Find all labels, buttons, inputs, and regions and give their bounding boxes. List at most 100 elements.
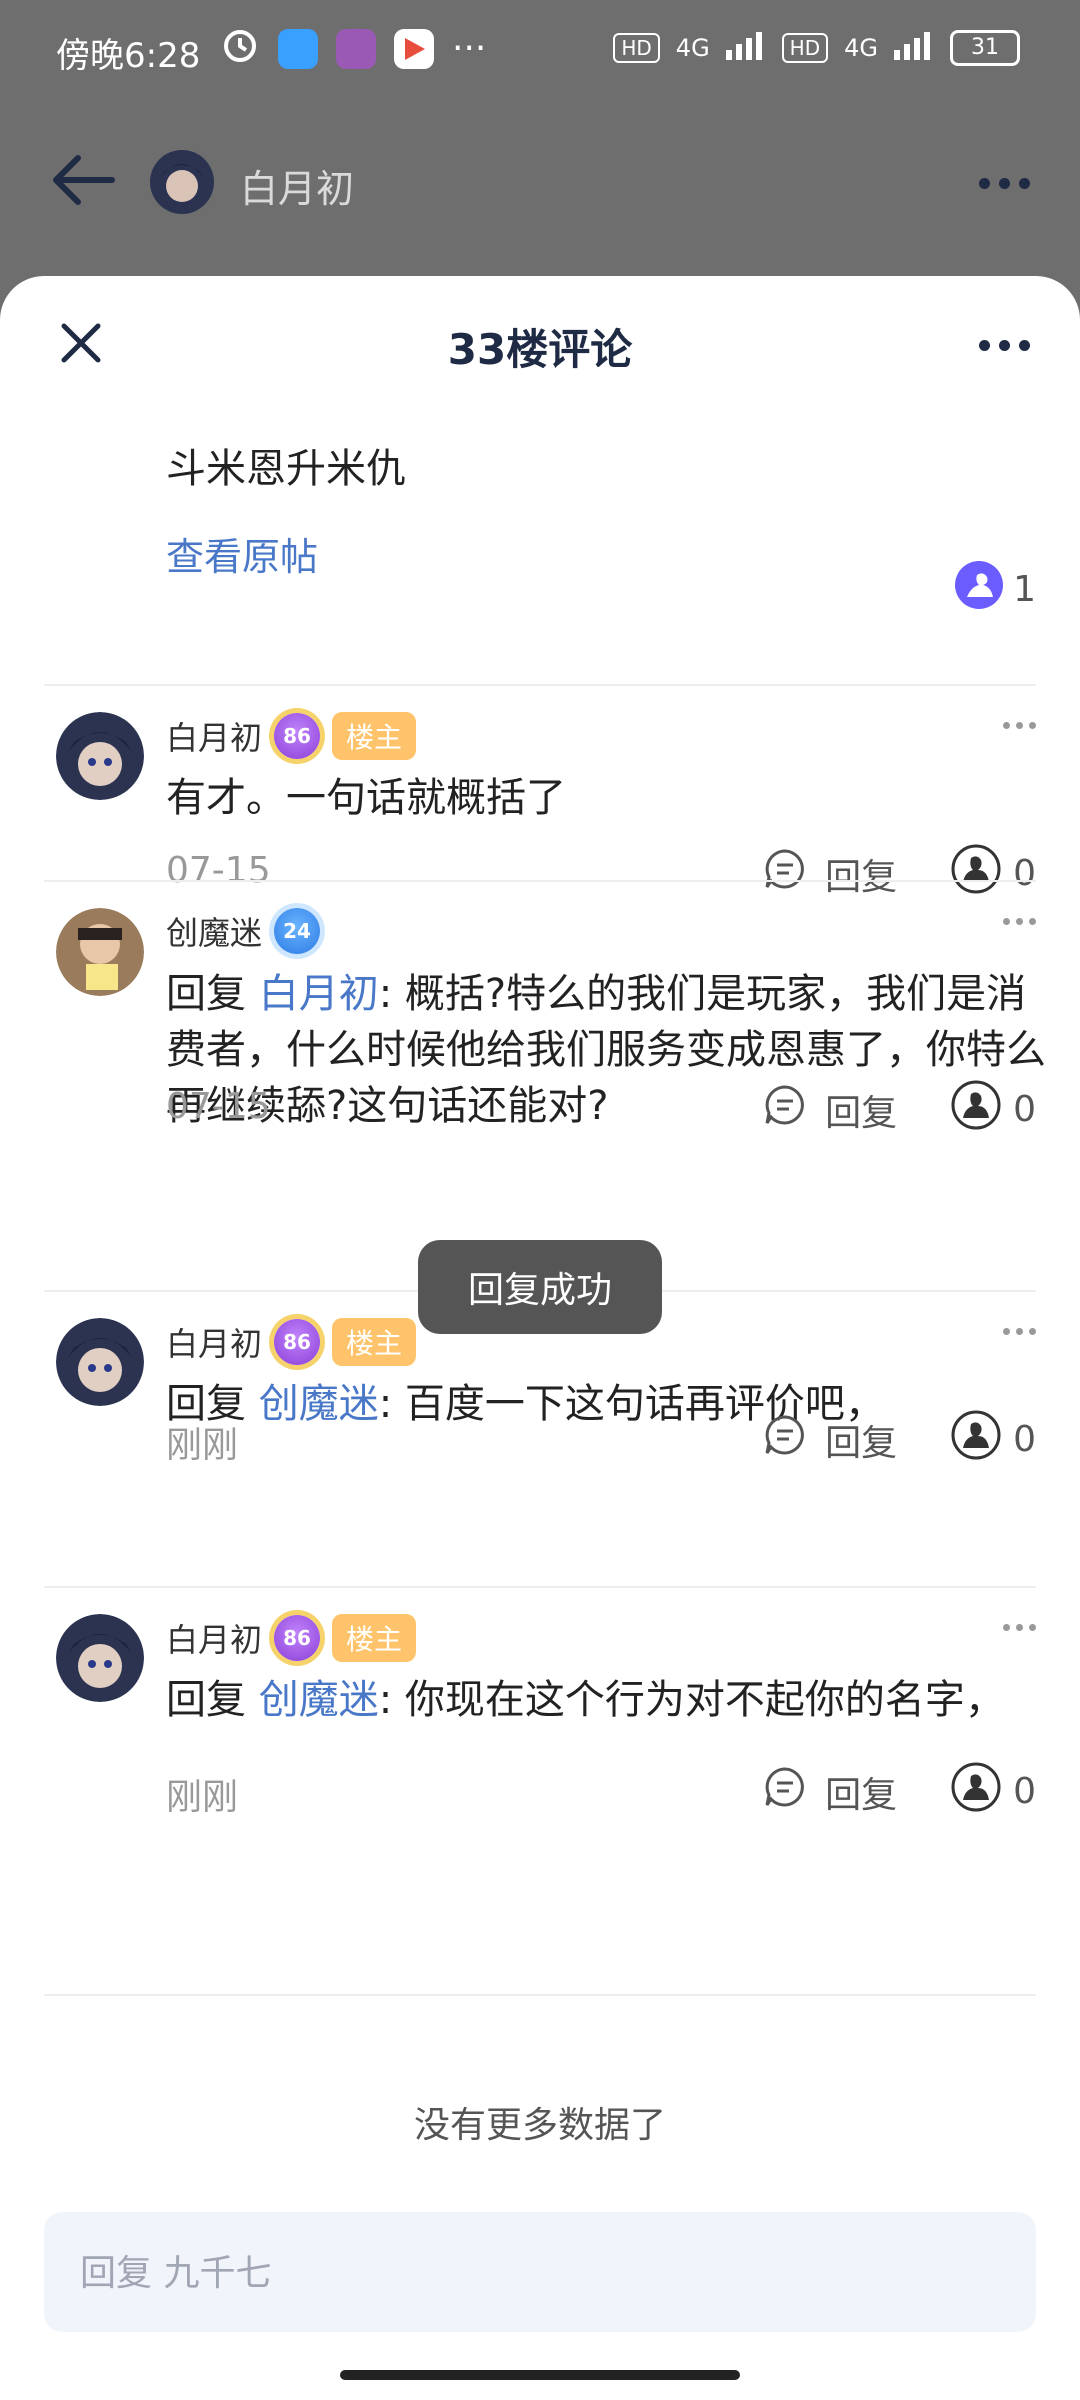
status-bar: 傍晚6:28 ··· HD 4G HD 4G 31 xyxy=(0,0,1080,98)
comment-item: 白月初 86 楼主 回复 创魔迷: 你现在这个行为对不起你的名字， 刚刚 回复 … xyxy=(0,1614,1080,1854)
mention-link[interactable]: 创魔迷 xyxy=(259,1381,379,1427)
home-indicator[interactable] xyxy=(340,2370,740,2380)
reply-prefix: 回复 xyxy=(166,1677,246,1723)
back-arrow-icon[interactable] xyxy=(48,150,118,210)
like-button[interactable]: 0 xyxy=(951,1080,1036,1139)
status-right-icons: HD 4G HD 4G 31 xyxy=(613,30,1020,66)
divider xyxy=(44,880,1036,882)
like-count: 0 xyxy=(1013,1419,1036,1460)
comment-header: 白月初 86 楼主 xyxy=(166,1614,417,1662)
comment-body: : 你现在这个行为对不起你的名字， xyxy=(378,1677,1005,1723)
avatar[interactable] xyxy=(56,712,144,800)
post-top-bar: 白月初 xyxy=(0,98,1080,278)
like-icon xyxy=(951,1762,1001,1821)
reply-prefix: 回复 xyxy=(166,971,246,1017)
status-notification-icons: ··· xyxy=(220,24,486,73)
sheet-more-icon[interactable] xyxy=(979,340,1030,351)
comment-time: 07-15 xyxy=(166,850,271,891)
signal-4g-label-2: 4G xyxy=(844,34,878,62)
reply-input-bar[interactable] xyxy=(44,2212,1036,2334)
comment-header: 白月初 86 楼主 xyxy=(166,1318,417,1366)
hd-badge-2: HD xyxy=(781,33,829,63)
level-badge: 86 xyxy=(274,1319,321,1365)
comment-username[interactable]: 白月初 xyxy=(166,713,262,759)
reply-button[interactable]: 回复 xyxy=(763,1083,897,1136)
reply-icon xyxy=(763,1413,807,1466)
level-badge: 86 xyxy=(274,1615,321,1661)
no-more-data: 没有更多数据了 xyxy=(413,2105,666,2146)
view-original-link[interactable]: 查看原帖 xyxy=(166,526,318,581)
like-button[interactable]: 0 xyxy=(951,1762,1036,1821)
poster-name: 白月初 xyxy=(240,167,355,211)
game-app-icon xyxy=(336,28,376,69)
like-icon xyxy=(951,844,1001,903)
chat-app-icon xyxy=(278,28,318,69)
comment-username[interactable]: 白月初 xyxy=(166,1615,262,1661)
poster-avatar[interactable] xyxy=(150,150,214,214)
reply-label: 回复 xyxy=(825,1092,898,1134)
comment-time: 刚刚 xyxy=(166,1777,239,1818)
more-notifications-icon: ··· xyxy=(452,28,487,69)
avatar[interactable] xyxy=(56,1318,144,1406)
reply-button[interactable]: 回复 xyxy=(763,1765,897,1818)
comment-username[interactable]: 白月初 xyxy=(166,1319,262,1365)
original-like-count: 1 xyxy=(1013,569,1036,610)
hd-badge: HD xyxy=(613,33,660,63)
signal-icon-2 xyxy=(894,30,934,66)
like-button[interactable]: 0 xyxy=(951,1410,1036,1469)
mention-link[interactable]: 创魔迷 xyxy=(259,1677,379,1723)
reply-icon xyxy=(763,1765,807,1818)
divider xyxy=(44,1586,1036,1588)
like-avatar-icon xyxy=(955,561,1004,618)
comment-time: 07-15 xyxy=(166,1086,271,1127)
sheet-header: 33楼评论 xyxy=(0,276,1080,406)
signal-icon xyxy=(725,30,766,66)
reply-icon xyxy=(763,1083,807,1136)
like-count: 0 xyxy=(1013,1089,1036,1130)
reply-icon xyxy=(763,847,807,900)
like-count: 0 xyxy=(1013,1771,1036,1812)
comment-more-icon[interactable] xyxy=(1003,1328,1036,1335)
host-badge: 楼主 xyxy=(332,1318,417,1366)
avatar[interactable] xyxy=(56,1614,144,1702)
alarm-icon xyxy=(220,24,260,73)
like-icon xyxy=(951,1410,1001,1469)
reply-input[interactable] xyxy=(78,2212,1002,2334)
comment-more-icon[interactable] xyxy=(1003,1624,1036,1631)
level-badge: 86 xyxy=(274,713,321,759)
sheet-title: 33楼评论 xyxy=(447,325,633,374)
divider xyxy=(44,1994,1036,1996)
reply-button[interactable]: 回复 xyxy=(763,847,897,900)
comment-more-icon[interactable] xyxy=(1003,918,1036,925)
reply-label: 回复 xyxy=(825,1422,898,1464)
like-count: 0 xyxy=(1013,853,1036,894)
comment-header: 白月初 86 楼主 xyxy=(166,712,417,760)
host-badge: 楼主 xyxy=(332,1614,417,1662)
original-like-button[interactable]: 1 xyxy=(955,561,1036,618)
battery-indicator: 31 xyxy=(950,30,1020,66)
comment-time: 刚刚 xyxy=(166,1425,239,1466)
like-icon xyxy=(951,1080,1001,1139)
comment-username[interactable]: 创魔迷 xyxy=(166,908,262,954)
host-badge: 楼主 xyxy=(332,712,417,760)
comment-item: 白月初 86 楼主 有才。一句话就概括了 07-15 回复 0 xyxy=(0,712,1080,898)
divider xyxy=(44,684,1036,686)
comment-sheet: 33楼评论 斗米恩升米仇 查看原帖 1 白月初 86 楼主 有才。一句话就概括了… xyxy=(0,276,1080,2400)
avatar[interactable] xyxy=(56,908,144,996)
play-store-icon xyxy=(394,28,434,69)
comment-actions: 回复 0 xyxy=(763,1080,1036,1139)
like-button[interactable]: 0 xyxy=(951,844,1036,903)
mention-link[interactable]: 白月初 xyxy=(259,971,379,1017)
more-options-icon[interactable] xyxy=(979,178,1030,189)
comment-actions: 回复 0 xyxy=(763,844,1036,903)
comment-more-icon[interactable] xyxy=(1003,722,1036,729)
status-time: 傍晚6:28 xyxy=(56,36,201,76)
comment-header: 创魔迷 24 xyxy=(166,908,321,954)
reply-button[interactable]: 回复 xyxy=(763,1413,897,1466)
comment-text: 有才。一句话就概括了 xyxy=(166,770,1046,826)
signal-4g-label: 4G xyxy=(675,34,710,62)
comment-actions: 回复 0 xyxy=(763,1410,1036,1469)
comment-body: 有才。一句话就概括了 xyxy=(166,775,566,821)
original-comment-text: 斗米恩升米仇 xyxy=(166,446,406,492)
reply-label: 回复 xyxy=(825,856,898,898)
